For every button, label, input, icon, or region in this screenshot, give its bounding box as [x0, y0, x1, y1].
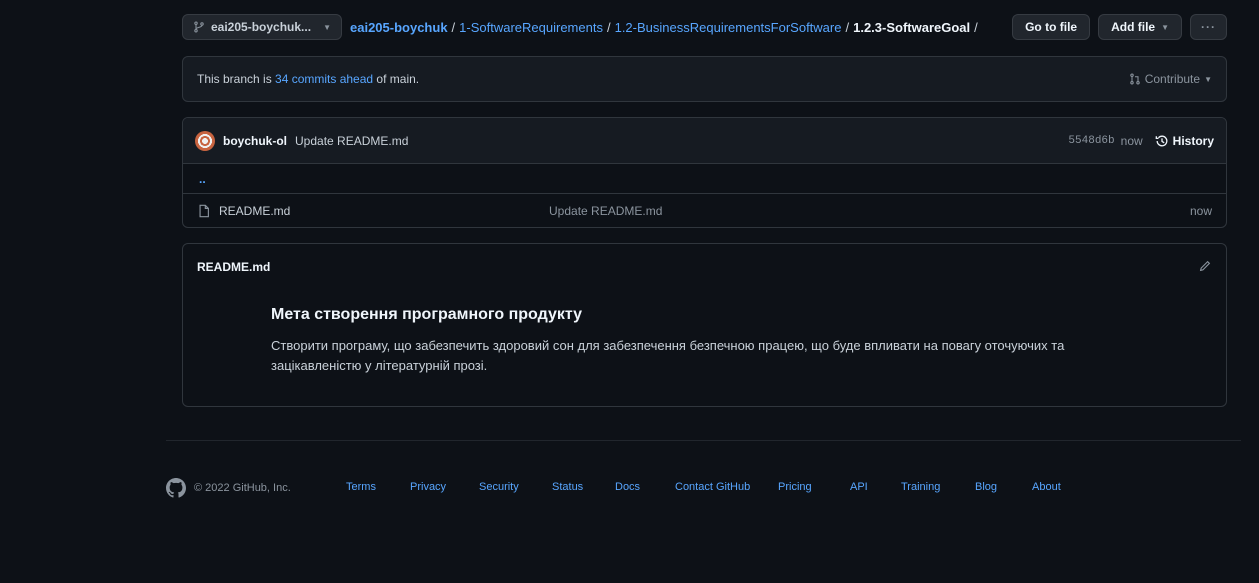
branch-status-text: This branch is 34 commits ahead of main.	[197, 72, 419, 86]
more-options-button[interactable]: ···	[1190, 14, 1227, 40]
breadcrumb-separator: /	[974, 19, 978, 35]
footer-link-blog[interactable]: Blog	[975, 481, 997, 493]
latest-commit-row: boychuk-ol Update README.md 5548d6b now …	[183, 118, 1226, 164]
chevron-down-icon: ▼	[1204, 74, 1212, 84]
readme-title-link[interactable]: README.md	[197, 260, 270, 274]
branch-select-button[interactable]: eai205-boychuk... ▼	[182, 14, 342, 40]
footer-link-training[interactable]: Training	[901, 481, 940, 493]
file-commit-time: now	[1189, 203, 1212, 218]
parent-directory-link[interactable]: ..	[199, 172, 206, 186]
footer-link-pricing[interactable]: Pricing	[778, 481, 812, 493]
commits-ahead-link[interactable]: 34 commits ahead	[275, 72, 373, 86]
chevron-down-icon: ▼	[323, 22, 331, 32]
breadcrumb-repo[interactable]: eai205-boychuk	[350, 20, 448, 35]
file-commit-link[interactable]: Update README.md	[549, 204, 662, 218]
contribute-button[interactable]: Contribute ▼	[1129, 72, 1212, 86]
commit-time: now	[1120, 133, 1143, 148]
readme-panel: README.md Мета створення програмного про…	[182, 243, 1227, 407]
branch-status-suffix: of main.	[373, 72, 420, 86]
commit-meta: 5548d6b now History	[1068, 134, 1214, 148]
readme-paragraph: Створити програму, що забезпечить здоров…	[271, 338, 1065, 373]
footer-divider	[166, 440, 1241, 441]
history-link[interactable]: History	[1155, 134, 1214, 148]
parent-directory-row[interactable]: ..	[183, 164, 1226, 194]
footer-link-terms[interactable]: Terms	[346, 481, 376, 493]
breadcrumb-current: 1.2.3-SoftwareGoal	[853, 19, 971, 35]
breadcrumb-dir-business-requirements[interactable]: 1.2-BusinessRequirementsForSoftware	[615, 20, 842, 35]
branch-info-bar: This branch is 34 commits ahead of main.…	[182, 56, 1227, 102]
toolbar-actions: Go to file Add file ▼ ···	[1012, 14, 1227, 40]
file-list: boychuk-ol Update README.md 5548d6b now …	[182, 117, 1227, 228]
readme-heading: Мета створення програмного продукту	[271, 306, 582, 323]
footer-link-contact[interactable]: Contact GitHub	[675, 481, 750, 493]
footer-link-status[interactable]: Status	[552, 481, 583, 493]
pull-request-icon	[1129, 73, 1140, 85]
branch-status-prefix: This branch is	[197, 72, 276, 86]
table-row: README.md Update README.md now	[183, 194, 1226, 227]
breadcrumb-separator: /	[606, 19, 611, 35]
branch-name: eai205-boychuk...	[211, 20, 312, 34]
file-icon	[199, 204, 209, 217]
readme-content: Мета створення програмного продукту Ство…	[183, 290, 1226, 376]
footer-link-security[interactable]: Security	[479, 481, 519, 493]
chevron-down-icon: ▼	[1161, 22, 1169, 32]
avatar[interactable]	[195, 130, 215, 151]
git-branch-icon	[194, 21, 204, 33]
footer-copyright: © 2022 GitHub, Inc.	[194, 482, 291, 494]
footer-link-privacy[interactable]: Privacy	[410, 481, 446, 493]
file-name-link[interactable]: README.md	[219, 204, 290, 218]
history-label: History	[1172, 133, 1214, 148]
readme-header: README.md	[183, 244, 1226, 290]
file-navigation: eai205-boychuk... ▼ eai205-boychuk / 1-S…	[182, 14, 1227, 40]
breadcrumb: eai205-boychuk / 1-SoftwareRequirements …	[350, 20, 982, 35]
breadcrumb-dir-software-requirements[interactable]: 1-SoftwareRequirements	[459, 20, 603, 35]
github-logo-icon[interactable]	[166, 478, 186, 498]
commit-sha-link[interactable]: 5548d6b	[1068, 135, 1114, 147]
pencil-icon	[1199, 260, 1211, 271]
history-icon	[1155, 135, 1168, 146]
breadcrumb-separator: /	[451, 19, 456, 35]
commit-message-link[interactable]: Update README.md	[295, 134, 408, 148]
edit-file-button[interactable]	[1198, 259, 1212, 276]
breadcrumb-separator: /	[845, 19, 850, 35]
footer-link-about[interactable]: About	[1032, 481, 1061, 493]
add-file-button[interactable]: Add file ▼	[1098, 14, 1182, 40]
commit-author-link[interactable]: boychuk-ol	[223, 134, 287, 148]
footer: © 2022 GitHub, Inc. Terms Privacy Securi…	[166, 478, 1061, 498]
footer-link-api[interactable]: API	[850, 481, 868, 493]
contribute-label: Contribute	[1144, 72, 1201, 86]
go-to-file-button[interactable]: Go to file	[1012, 14, 1091, 40]
footer-link-docs[interactable]: Docs	[615, 481, 640, 493]
add-file-label: Add file	[1111, 20, 1156, 34]
